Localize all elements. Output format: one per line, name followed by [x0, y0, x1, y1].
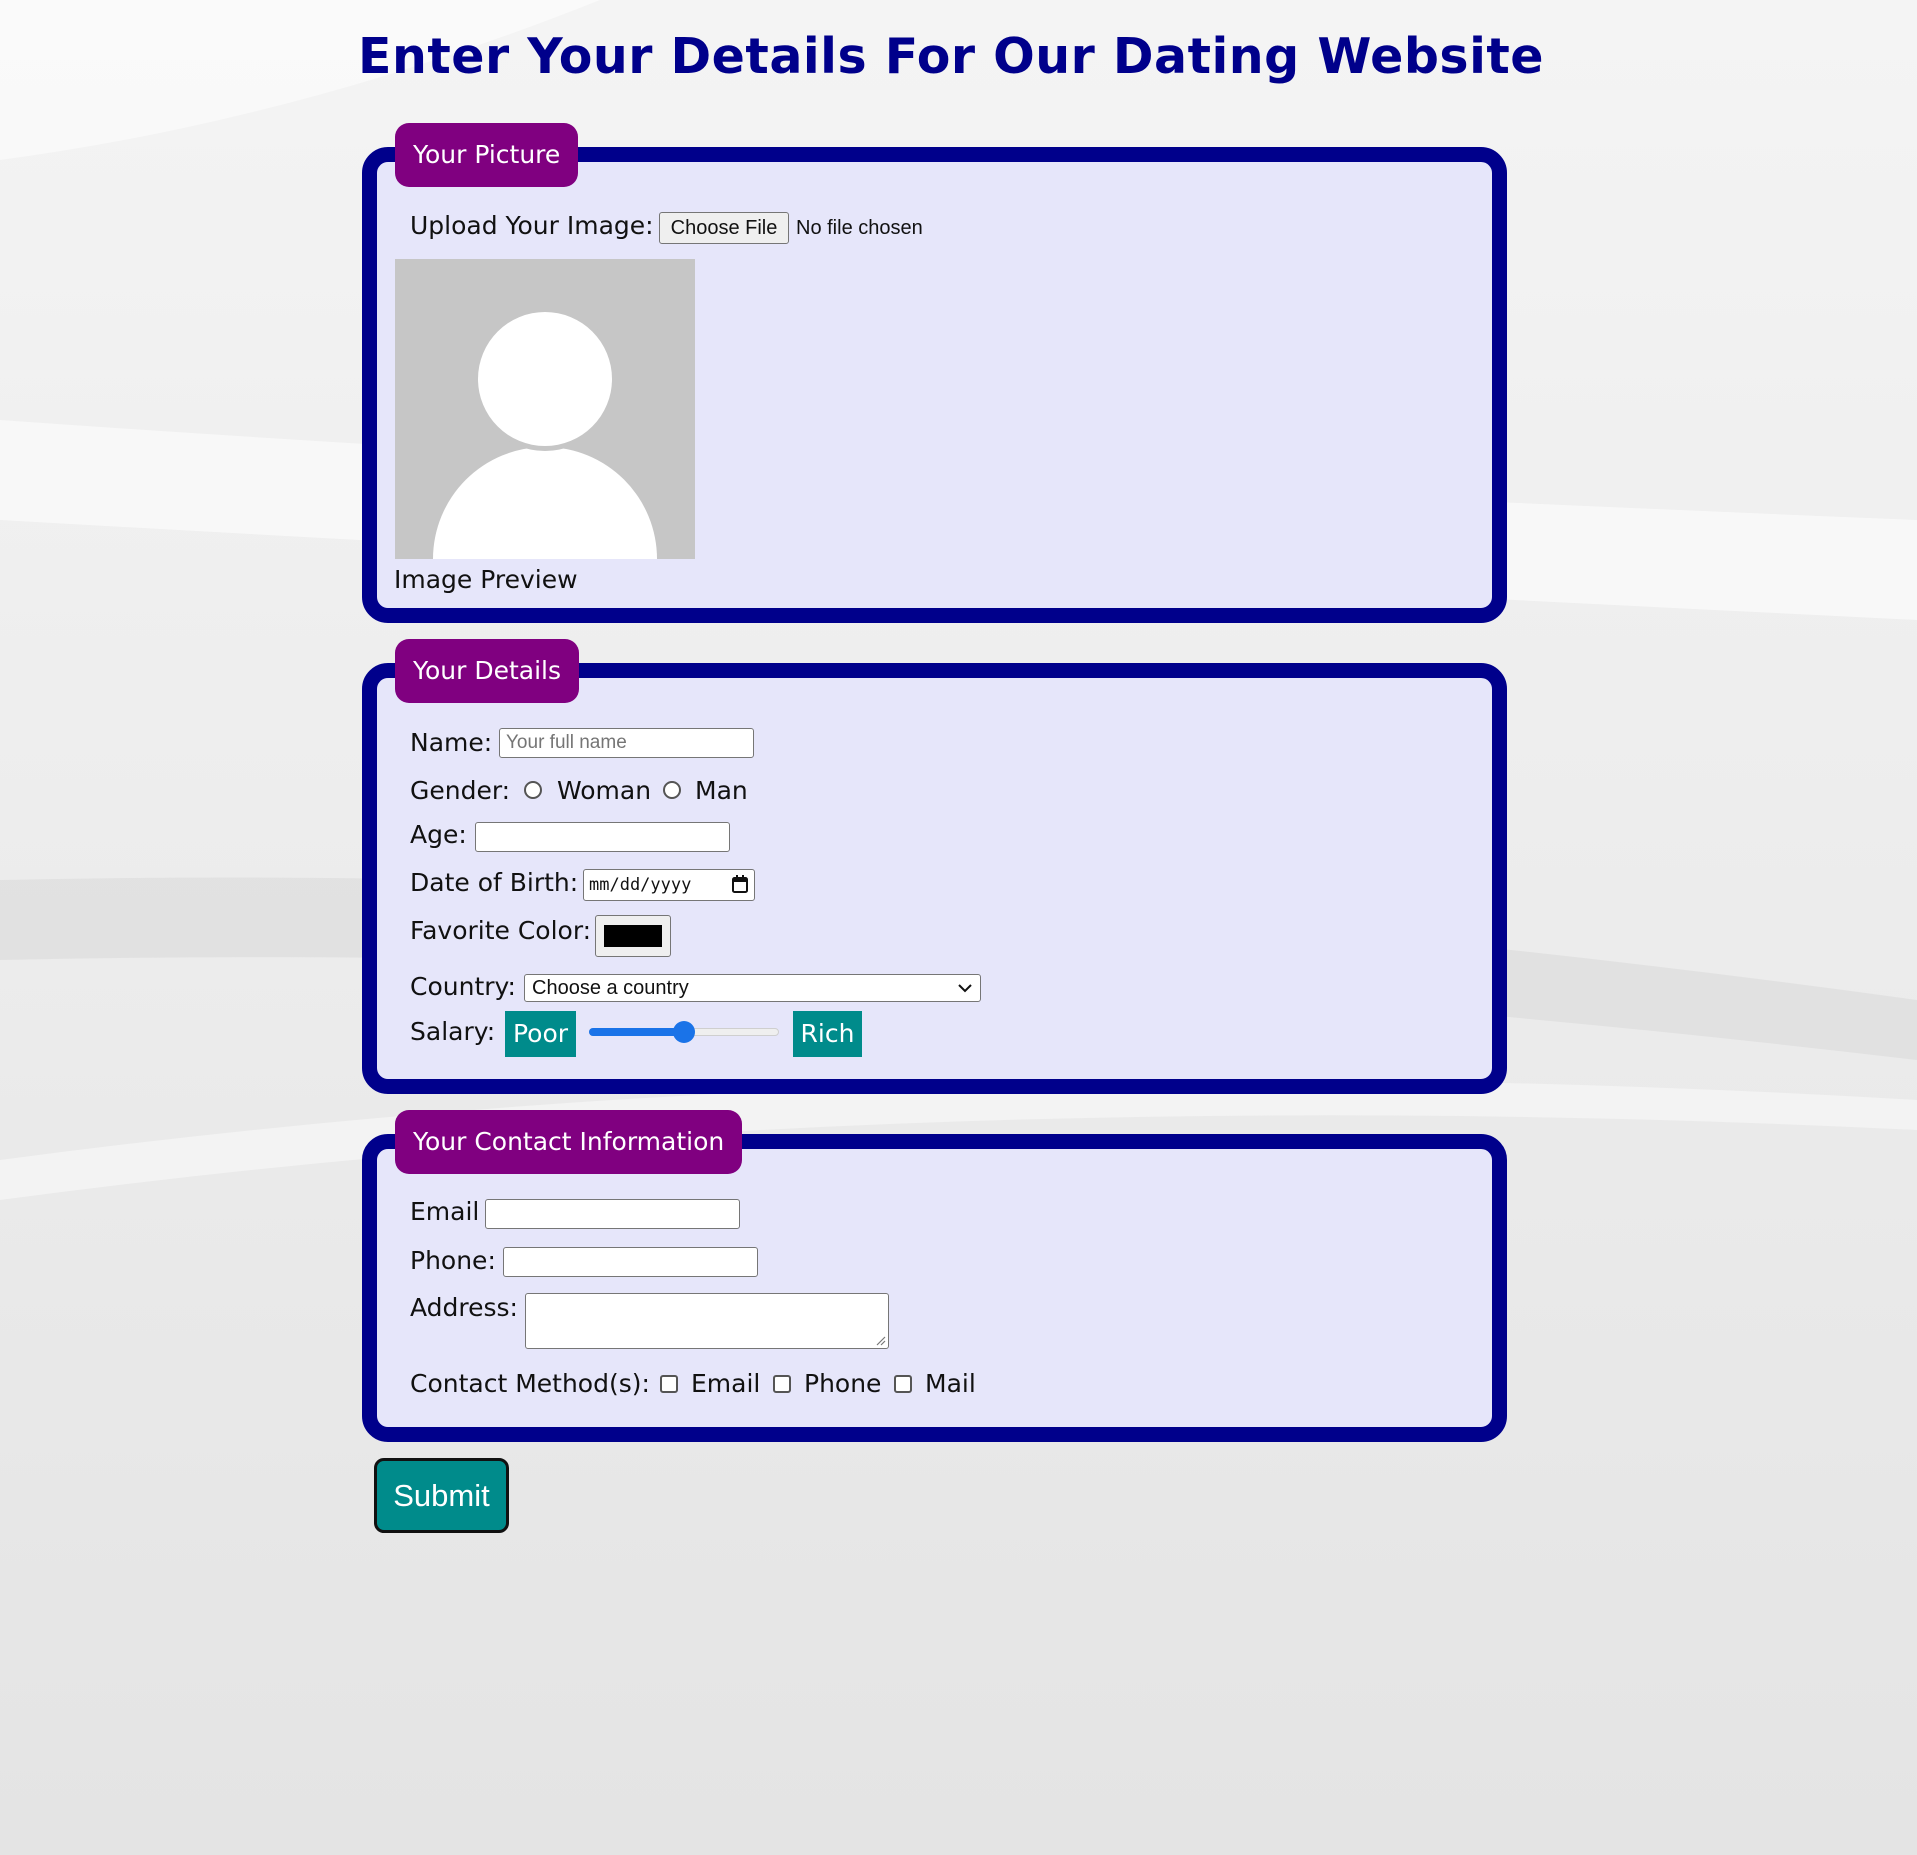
- chevron-down-icon: [958, 984, 972, 993]
- email-label: Email: [410, 1197, 480, 1226]
- calendar-icon[interactable]: [732, 875, 748, 893]
- address-textarea[interactable]: [525, 1293, 889, 1349]
- resize-grip-icon[interactable]: [876, 1336, 886, 1346]
- avatar-placeholder-icon: [395, 259, 695, 559]
- address-label: Address:: [410, 1293, 518, 1322]
- contact-methods-label: Contact Method(s):: [410, 1369, 650, 1398]
- country-label: Country:: [410, 972, 516, 1001]
- email-input[interactable]: [485, 1199, 740, 1229]
- gender-man-radio[interactable]: [663, 781, 681, 799]
- salary-max-label: Rich: [793, 1011, 862, 1057]
- method-email-checkbox[interactable]: [660, 1375, 678, 1393]
- method-phone-checkbox[interactable]: [773, 1375, 791, 1393]
- submit-button[interactable]: Submit: [374, 1458, 509, 1533]
- name-input[interactable]: Your full name: [499, 728, 754, 758]
- method-email-label: Email: [691, 1369, 761, 1398]
- age-input[interactable]: [475, 822, 730, 852]
- favorite-color-picker[interactable]: [595, 915, 671, 957]
- gender-man-label: Man: [695, 776, 748, 805]
- phone-label: Phone:: [410, 1246, 496, 1275]
- gender-label: Gender:: [410, 776, 511, 805]
- file-status-text: No file chosen: [796, 217, 923, 239]
- upload-label: Upload Your Image:: [410, 211, 654, 240]
- contact-legend: Your Contact Information: [395, 1110, 743, 1174]
- country-select[interactable]: Choose a country: [524, 974, 981, 1002]
- choose-file-button[interactable]: Choose File: [659, 212, 789, 244]
- slider-fill: [589, 1028, 684, 1036]
- details-legend: Your Details: [395, 639, 579, 703]
- salary-min-label: Poor: [505, 1011, 576, 1057]
- gender-woman-label: Woman: [557, 776, 652, 805]
- salary-slider[interactable]: [589, 1020, 779, 1044]
- image-preview-caption: Image Preview: [394, 565, 578, 594]
- method-phone-label: Phone: [804, 1369, 882, 1398]
- name-label: Name:: [410, 728, 493, 757]
- age-label: Age:: [410, 820, 467, 849]
- slider-thumb[interactable]: [673, 1021, 695, 1043]
- salary-label: Salary:: [410, 1017, 496, 1046]
- image-preview: [395, 259, 695, 559]
- country-selected-value: Choose a country: [532, 977, 689, 999]
- dob-label: Date of Birth:: [410, 868, 579, 897]
- favorite-color-label: Favorite Color:: [410, 916, 592, 945]
- method-mail-label: Mail: [925, 1369, 976, 1398]
- gender-woman-radio[interactable]: [524, 781, 542, 799]
- phone-input[interactable]: [503, 1247, 758, 1277]
- dob-input[interactable]: mm/dd/yyyy: [583, 869, 755, 901]
- picture-legend: Your Picture: [395, 123, 579, 187]
- page-title: Enter Your Details For Our Dating Websit…: [358, 28, 1545, 85]
- method-mail-checkbox[interactable]: [894, 1375, 912, 1393]
- dob-placeholder: mm/dd/yyyy: [589, 875, 692, 895]
- color-swatch: [604, 925, 662, 947]
